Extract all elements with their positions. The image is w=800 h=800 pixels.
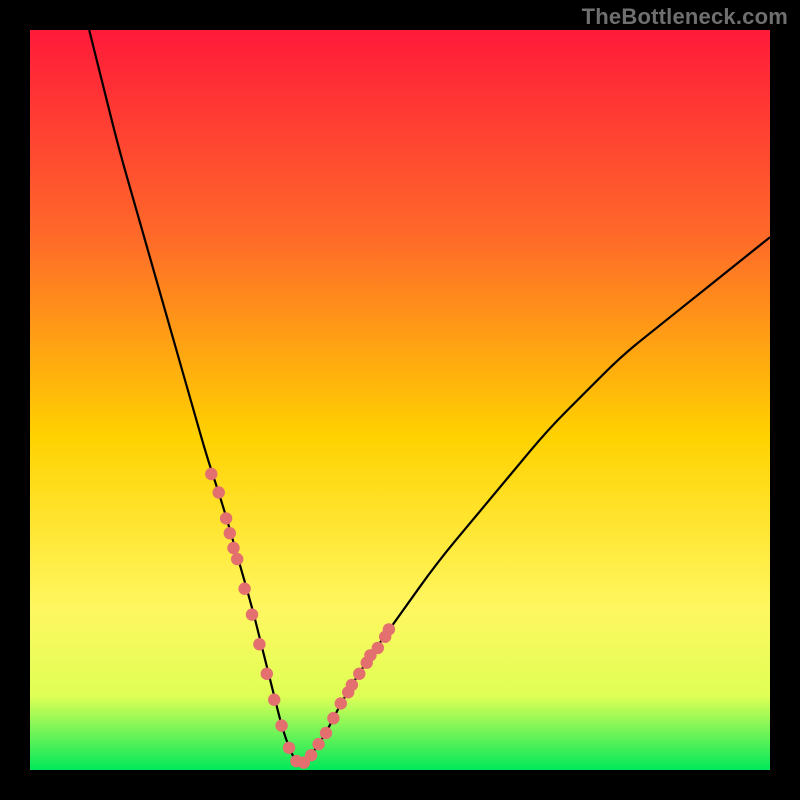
chart-frame: TheBottleneck.com: [0, 0, 800, 800]
highlight-dot: [305, 749, 317, 761]
highlight-dot: [320, 727, 332, 739]
highlight-dot: [213, 486, 225, 498]
highlight-dot: [238, 583, 250, 595]
highlight-dot: [275, 719, 287, 731]
highlight-dot: [283, 742, 295, 754]
highlight-dot: [231, 553, 243, 565]
highlight-dot: [312, 738, 324, 750]
chart-svg: [30, 30, 770, 770]
highlight-dot: [353, 668, 365, 680]
highlight-dot: [220, 512, 232, 524]
chart-background: [30, 30, 770, 770]
highlight-dot: [227, 542, 239, 554]
highlight-dot: [346, 679, 358, 691]
highlight-dot: [205, 468, 217, 480]
highlight-dot: [253, 638, 265, 650]
highlight-dot: [372, 642, 384, 654]
chart-plot-area: [30, 30, 770, 770]
highlight-dot: [246, 608, 258, 620]
highlight-dot: [224, 527, 236, 539]
highlight-dot: [261, 668, 273, 680]
highlight-dot: [268, 694, 280, 706]
highlight-dot: [383, 623, 395, 635]
watermark-text: TheBottleneck.com: [582, 4, 788, 30]
highlight-dot: [335, 697, 347, 709]
highlight-dot: [327, 712, 339, 724]
